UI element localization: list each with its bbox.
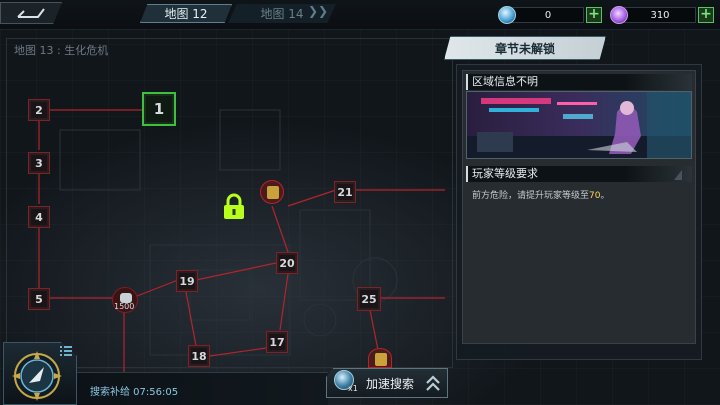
chapter-locked-header: 章节未解锁: [444, 36, 606, 60]
enemy-power-label: 1500: [114, 302, 135, 311]
level-requirement-title: 玩家等级要求: [466, 166, 692, 182]
map-node-label: 2: [35, 103, 43, 117]
map-node-5[interactable]: 5: [28, 288, 50, 310]
map-node-1[interactable]: 1: [142, 92, 176, 126]
back-button[interactable]: [0, 2, 62, 24]
tab-map-12-label: 地图 12: [164, 7, 208, 21]
requirement-suffix: 。: [600, 191, 610, 201]
cyberpunk-scene: [467, 92, 691, 158]
map-node-label: 18: [191, 349, 207, 363]
speed-token-count: x1: [348, 384, 358, 393]
map-node-3[interactable]: 3: [28, 152, 50, 174]
map-node-label: 17: [269, 335, 285, 349]
city-blocks: [59, 109, 398, 356]
map-node-label: 5: [35, 292, 43, 306]
supply-crate-icon[interactable]: [260, 180, 284, 204]
map-node-17[interactable]: 17: [266, 331, 288, 353]
map-node-label: 21: [337, 185, 353, 199]
required-level-value: 70: [589, 191, 601, 201]
blue-orb-count: 0: [512, 7, 584, 23]
map-node-21[interactable]: 21: [334, 181, 356, 203]
map-node-4[interactable]: 4: [28, 206, 50, 228]
double-chevron-up-icon: [426, 375, 440, 391]
top-bar: ❮ 地图 12 地图 14 ❯❯ 0 + 310 +: [0, 0, 720, 30]
list-icon[interactable]: [60, 346, 72, 356]
region-info-title: 区域信息不明: [466, 74, 692, 90]
purple-gem-count: 310: [624, 7, 696, 23]
corner-decoration: [674, 170, 682, 180]
tab-map-12[interactable]: 地图 12: [140, 4, 232, 23]
requirement-prefix: 前方危险，请提升玩家等级至: [472, 191, 590, 201]
map-node-label: 3: [35, 156, 43, 170]
map-node-label: 4: [35, 210, 43, 224]
node-links: [38, 109, 445, 375]
supply-crate-icon-2[interactable]: [368, 348, 392, 368]
lock-icon[interactable]: [221, 193, 247, 221]
map-node-20[interactable]: 20: [276, 252, 298, 274]
map-node-label: 19: [179, 274, 195, 288]
map-node-25[interactable]: 25: [357, 287, 381, 311]
add-purple-gem-button[interactable]: +: [698, 7, 714, 23]
speed-search-label: 加速搜索: [366, 377, 415, 391]
next-map-icon[interactable]: ❯❯: [308, 4, 328, 18]
map-node-2[interactable]: 2: [28, 99, 50, 121]
level-requirement-text: 前方危险，请提升玩家等级至70。: [472, 188, 609, 201]
supply-timer: 搜索补给 07:56:05: [90, 387, 179, 398]
region-banner-image: [466, 91, 692, 159]
map-node-19[interactable]: 19: [176, 270, 198, 292]
map-node-18[interactable]: 18: [188, 345, 210, 367]
resource-purple-gem: 310 +: [610, 6, 714, 24]
tab-map-14-label: 地图 14: [260, 7, 304, 21]
purple-gem-icon: [610, 6, 628, 24]
back-arrow-icon: [17, 8, 45, 18]
map-node-label: 20: [279, 256, 295, 270]
resource-blue-orb: 0 +: [498, 6, 602, 24]
map-node-label: 1: [153, 100, 165, 118]
map-node-label: 25: [361, 292, 377, 306]
add-blue-orb-button[interactable]: +: [586, 7, 602, 23]
blue-orb-icon: [498, 6, 516, 24]
